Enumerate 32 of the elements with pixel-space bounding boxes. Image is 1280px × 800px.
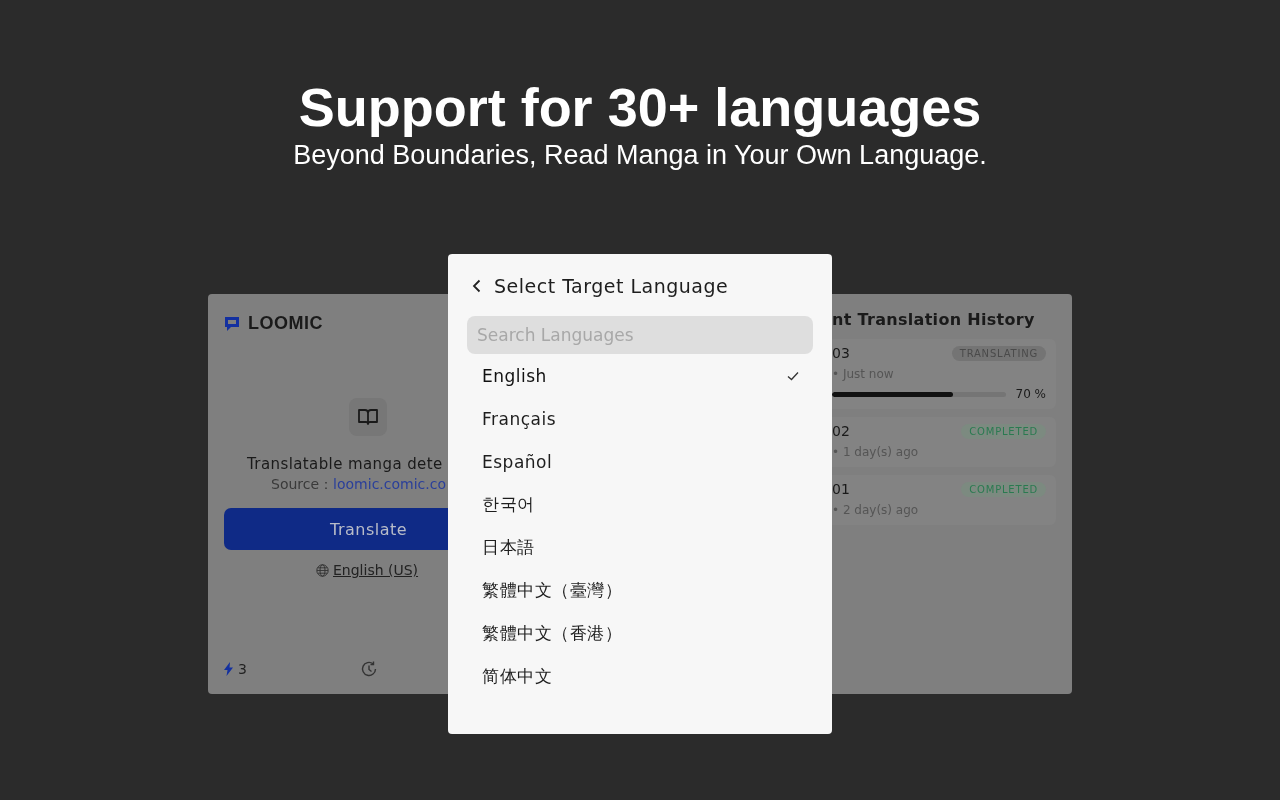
history-title: 03 <box>832 345 850 361</box>
detected-message: Translatable manga dete <box>247 455 444 473</box>
language-option[interactable]: 日本語 <box>467 526 813 569</box>
progress-percent: 70 % <box>1015 387 1046 401</box>
language-option[interactable]: Español <box>467 440 813 483</box>
check-icon <box>787 370 799 381</box>
status-badge: COMPLETED <box>961 423 1046 439</box>
back-button[interactable] <box>472 279 482 293</box>
back-icon <box>472 279 482 293</box>
translate-button[interactable]: Translate <box>224 508 448 550</box>
language-option[interactable]: 한국어 <box>467 483 813 526</box>
logo-icon <box>224 315 240 332</box>
language-option[interactable]: English <box>467 354 813 397</box>
lightning-icon <box>224 662 233 676</box>
status-badge: COMPLETED <box>961 481 1046 497</box>
globe-icon <box>316 563 329 577</box>
dialog-title: Select Target Language <box>494 275 729 297</box>
language-option[interactable]: Français <box>467 397 813 440</box>
history-icon <box>360 660 378 678</box>
history-title: 01 <box>832 481 850 497</box>
subheadline: Beyond Boundaries, Read Manga in Your Own Language. <box>293 139 987 172</box>
headline: Support for 30+ languages <box>298 76 982 138</box>
language-option[interactable]: 繁體中文（臺灣） <box>467 569 813 612</box>
brand-name: LOOMIC <box>248 313 323 334</box>
language-link[interactable]: English (US) <box>333 562 419 578</box>
language-option[interactable]: 简体中文 <box>467 655 813 698</box>
book-icon <box>357 407 379 427</box>
source-label: Source： <box>271 476 334 492</box>
credit-count: 3 <box>238 661 247 677</box>
section-title: nt Translation History <box>832 310 1036 329</box>
language-option[interactable]: 繁體中文（香港） <box>467 612 813 655</box>
history-title: 02 <box>832 423 850 439</box>
